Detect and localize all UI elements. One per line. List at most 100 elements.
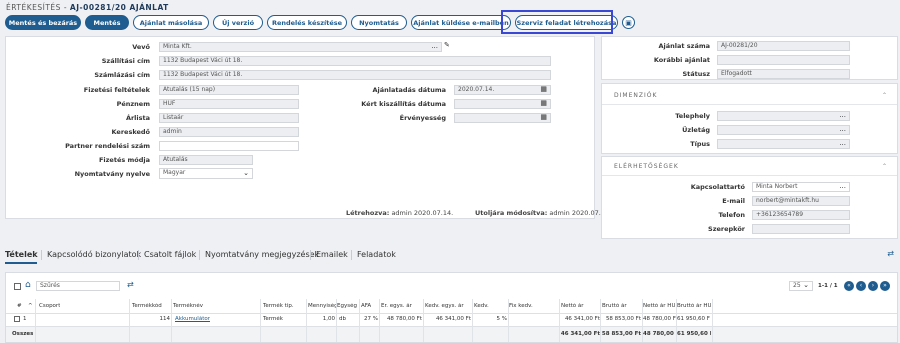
- swap-icon[interactable]: ⇄: [127, 280, 134, 289]
- tab-attachments[interactable]: Csatolt fájlok: [144, 250, 196, 259]
- col-separator: [171, 299, 172, 342]
- tab-print-notes[interactable]: Nyomtatvány megjegyzések: [205, 250, 319, 259]
- col-header[interactable]: Termékkód: [132, 303, 162, 309]
- new-version-button[interactable]: Új verzió: [213, 15, 263, 30]
- tab-bar: Tételek Kapcsolódó bizonylatok Csatolt f…: [0, 246, 900, 266]
- calendar-icon[interactable]: ▦: [540, 114, 547, 121]
- col-header[interactable]: Fix kedv.: [509, 303, 533, 309]
- prev-offer-label: Korábbi ajánlat: [653, 56, 710, 64]
- calendar-icon[interactable]: ▦: [540, 100, 547, 107]
- collapse-icon[interactable]: ⌃: [882, 163, 887, 170]
- save-button[interactable]: Mentés: [85, 15, 129, 30]
- lookup-icon[interactable]: ...: [431, 43, 438, 50]
- prev-page-icon[interactable]: ‹: [856, 281, 866, 291]
- customer-field[interactable]: Minta Kft....: [159, 42, 442, 52]
- tab-items[interactable]: Tételek: [5, 250, 38, 259]
- breadcrumb: ÉRTÉKESÍTÉS - AJ-00281/20 AJÁNLAT: [6, 3, 169, 12]
- pricelist-field[interactable]: Listaár: [159, 113, 299, 123]
- col-header[interactable]: Kedv.: [474, 303, 489, 309]
- offer-info-panel: Ajánlat száma AJ-00281/20 Korábbi ajánla…: [601, 36, 898, 80]
- type-field[interactable]: ...: [717, 139, 850, 149]
- first-page-icon[interactable]: «: [844, 281, 854, 291]
- breadcrumb-section[interactable]: ÉRTÉKESÍTÉS: [6, 3, 61, 12]
- customer-label: Vevő: [132, 43, 150, 51]
- col-header[interactable]: Csoport: [39, 303, 60, 309]
- next-page-icon[interactable]: ›: [868, 281, 878, 291]
- col-header[interactable]: Kedv. egys. ár: [425, 303, 464, 309]
- lookup-icon[interactable]: ...: [839, 183, 846, 190]
- home-icon[interactable]: ⌂: [25, 280, 31, 290]
- calendar-icon[interactable]: ▦: [540, 86, 547, 93]
- divider: [602, 175, 897, 176]
- salesperson-label: Kereskedő: [111, 128, 151, 136]
- offer-date-field[interactable]: 2020.07.14. ▦: [454, 85, 551, 95]
- divider: [602, 104, 897, 105]
- lookup-icon[interactable]: ...: [839, 126, 846, 133]
- col-header[interactable]: Terméknév: [173, 303, 203, 309]
- last-page-icon[interactable]: »: [880, 281, 890, 291]
- edit-icon[interactable]: ✎: [444, 41, 450, 49]
- validity-field[interactable]: ▦: [454, 113, 551, 123]
- pricelist-label: Árlista: [125, 114, 150, 122]
- print-lang-select[interactable]: Magyar ⌄: [159, 168, 253, 179]
- total-gross-huf: 61 950,60 F: [677, 331, 711, 337]
- chevron-down-icon: ⌄: [803, 281, 809, 289]
- email-field[interactable]: norbert@mintakft.hu: [752, 196, 850, 206]
- tab-related-docs[interactable]: Kapcsolódó bizonylatok: [47, 250, 141, 259]
- contact-label: Kapcsolattartó: [690, 183, 745, 191]
- lookup-icon[interactable]: ...: [839, 140, 846, 147]
- row-checkbox[interactable]: [14, 316, 20, 322]
- branch-field[interactable]: ...: [717, 125, 850, 135]
- col-header[interactable]: Nettó ár: [561, 303, 584, 309]
- copy-offer-button[interactable]: Ajánlat másolása: [133, 15, 209, 30]
- col-separator: [260, 299, 261, 342]
- lookup-icon[interactable]: ...: [839, 112, 846, 119]
- swap-icon[interactable]: ⇄: [887, 249, 894, 258]
- save-close-button[interactable]: Mentés és bezárás: [5, 15, 81, 30]
- product-link[interactable]: Akkumulátor: [175, 316, 210, 322]
- contact-field[interactable]: Minta Norbert...: [752, 182, 850, 192]
- collapse-icon[interactable]: ⌃: [882, 92, 887, 99]
- col-separator: [306, 299, 307, 342]
- col-header[interactable]: Bruttó ár HUF: [677, 303, 711, 309]
- col-header[interactable]: Egység: [337, 303, 359, 309]
- site-field[interactable]: ...: [717, 111, 850, 121]
- partner-order-field[interactable]: [159, 141, 299, 151]
- create-order-button[interactable]: Rendelés készítése: [267, 15, 347, 30]
- col-header[interactable]: Termék típ.: [263, 303, 294, 309]
- tab-tasks[interactable]: Feladatok: [357, 250, 396, 259]
- col-separator: [600, 299, 601, 342]
- payment-terms-field[interactable]: Átutalás (15 nap): [159, 85, 299, 95]
- total-net: 46 341,00 Ft: [560, 331, 600, 337]
- sort-icon[interactable]: ^: [28, 303, 33, 309]
- col-header[interactable]: ÁFA: [361, 303, 371, 309]
- billing-field[interactable]: 1132 Budapest Váci út 18.: [159, 70, 551, 80]
- modified-info: Utoljára módosítva: admin 2020.07.14.: [475, 209, 612, 217]
- currency-field[interactable]: HUF: [159, 99, 299, 109]
- shipping-label: Szállítási cím: [101, 57, 150, 65]
- page-size-select[interactable]: 25 ⌄: [789, 281, 813, 291]
- col-header[interactable]: Bruttó ár: [602, 303, 627, 309]
- col-header[interactable]: Nettó ár HUF: [643, 303, 675, 309]
- phone-field[interactable]: +36123654789: [752, 210, 850, 220]
- archive-icon[interactable]: ▣: [622, 16, 635, 29]
- print-button[interactable]: Nyomtatás: [351, 15, 407, 30]
- shipping-field[interactable]: 1132 Budapest Váci út 18.: [159, 56, 551, 66]
- salesperson-field[interactable]: admin: [159, 127, 299, 137]
- status-label: Státusz: [682, 70, 710, 78]
- tab-emails[interactable]: Emailek: [316, 250, 348, 259]
- col-separator: [642, 299, 643, 342]
- col-header[interactable]: Er. egys. ár: [381, 303, 412, 309]
- tab-separator: [41, 250, 42, 260]
- filter-input[interactable]: Szűrés: [36, 281, 120, 291]
- send-email-button[interactable]: Ajánlat küldése e-mailben: [411, 15, 511, 30]
- cell-disc-price: 46 341,00 Ft: [435, 316, 471, 322]
- cell-gross-huf: 61 950,60 F: [677, 316, 710, 322]
- offer-no-label: Ajánlat száma: [658, 42, 710, 50]
- requested-date-field[interactable]: ▦: [454, 99, 551, 109]
- role-field[interactable]: [752, 224, 850, 234]
- email-label: E-mail: [722, 197, 745, 205]
- payment-method-field[interactable]: Átutalás: [159, 155, 253, 165]
- select-all-checkbox[interactable]: [14, 283, 21, 290]
- col-header[interactable]: Mennyiség: [308, 303, 336, 309]
